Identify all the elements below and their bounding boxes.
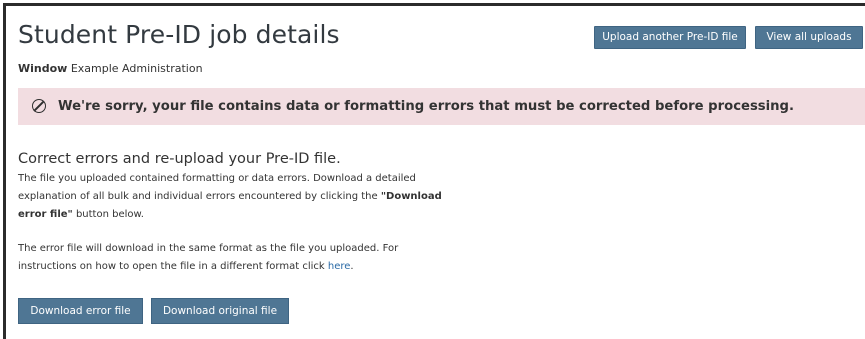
error-banner: We're sorry, your file contains data or … <box>18 88 865 125</box>
here-link[interactable]: here <box>328 261 351 272</box>
para1-bold-end: error file" <box>18 209 73 220</box>
page-title: Student Pre-ID job details <box>18 20 340 49</box>
para2-end: . <box>350 261 354 272</box>
upload-another-file-button[interactable]: Upload another Pre-ID file <box>594 26 746 49</box>
download-error-file-button[interactable]: Download error file <box>18 298 143 324</box>
format-info-paragraph: The error file will download in the same… <box>18 240 448 276</box>
prohibited-icon <box>32 99 46 113</box>
error-explanation-paragraph: The file you uploaded contained formatti… <box>18 170 448 224</box>
download-original-file-button[interactable]: Download original file <box>151 298 289 324</box>
para1-end: button below. <box>72 209 144 220</box>
section-heading: Correct errors and re-upload your Pre-ID… <box>18 151 341 167</box>
para2-line2: instructions on how to open the file in … <box>18 261 328 272</box>
window-info: Window Example Administration <box>18 62 203 75</box>
para2-line1: The error file will download in the same… <box>18 243 399 254</box>
para1-bold-start: "Download <box>380 191 442 202</box>
para1-line1: The file you uploaded contained formatti… <box>18 173 416 184</box>
window-label: Window <box>18 62 68 75</box>
error-message: We're sorry, your file contains data or … <box>58 99 795 114</box>
para1-line2: explanation of all bulk and individual e… <box>18 191 381 202</box>
view-all-uploads-button[interactable]: View all uploads <box>755 26 863 49</box>
window-value: Example Administration <box>70 62 203 75</box>
